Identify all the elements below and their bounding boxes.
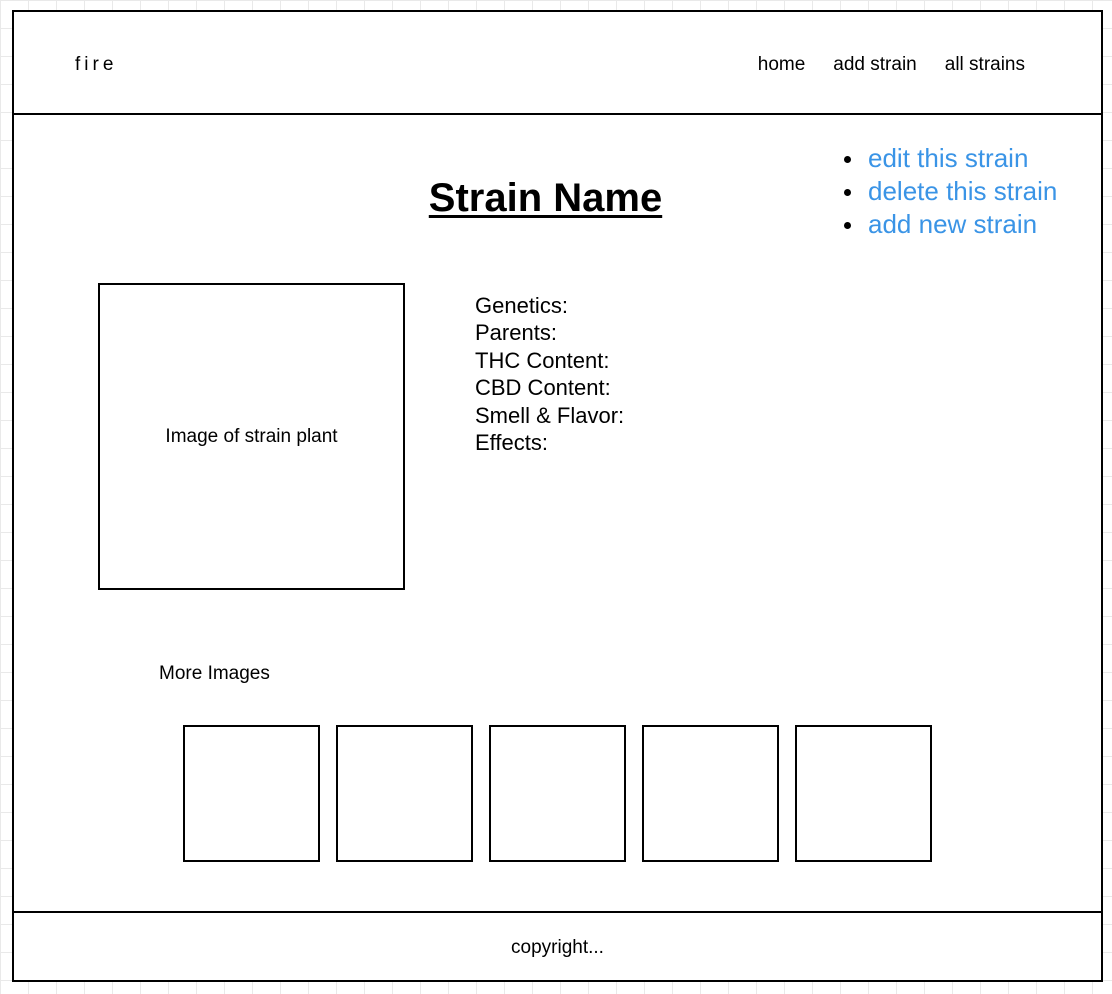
nav-all-strains[interactable]: all strains [945, 54, 1025, 76]
bullet-icon [844, 222, 851, 229]
strain-details: Genetics: Parents: THC Content: CBD Cont… [475, 292, 624, 456]
detail-smell-flavor: Smell & Flavor: [475, 402, 625, 428]
delete-strain-label: delete this strain [868, 176, 1058, 206]
thumbnail-placeholder[interactable] [489, 725, 626, 862]
detail-cbd-content: CBD Content: [475, 375, 611, 401]
more-images-gallery [183, 725, 932, 862]
strain-actions-list: edit this strain delete this strain add … [844, 142, 1057, 241]
thumbnail-placeholder[interactable] [336, 725, 473, 862]
strain-image-label: Image of strain plant [165, 425, 338, 447]
bullet-icon [844, 189, 851, 196]
header: fire home add strain all strains [14, 12, 1101, 115]
edit-strain-link[interactable]: edit this strain [844, 142, 1057, 175]
add-strain-link[interactable]: add new strain [844, 208, 1057, 241]
detail-effects: Effects: [475, 430, 548, 456]
footer: copyright... [14, 911, 1101, 982]
thumbnail-placeholder[interactable] [795, 725, 932, 862]
nav-add-strain[interactable]: add strain [833, 54, 916, 76]
detail-thc-content: THC Content: [475, 347, 610, 373]
page-frame: fire home add strain all strains Strain … [12, 10, 1103, 982]
thumbnail-placeholder[interactable] [183, 725, 320, 862]
nav-home[interactable]: home [758, 54, 806, 76]
top-nav: home add strain all strains [758, 54, 1025, 76]
detail-genetics: Genetics: [475, 293, 568, 318]
copyright-text: copyright... [511, 936, 604, 958]
add-strain-label: add new strain [868, 209, 1038, 239]
strain-image-placeholder: Image of strain plant [98, 283, 405, 590]
edit-strain-label: edit this strain [868, 143, 1029, 173]
more-images-label: More Images [159, 663, 270, 684]
strain-name-heading: Strain Name [428, 176, 663, 220]
bullet-icon [844, 156, 851, 163]
detail-parents: Parents: [475, 320, 557, 346]
delete-strain-link[interactable]: delete this strain [844, 175, 1057, 208]
site-logo[interactable]: fire [75, 54, 117, 76]
thumbnail-placeholder[interactable] [642, 725, 779, 862]
